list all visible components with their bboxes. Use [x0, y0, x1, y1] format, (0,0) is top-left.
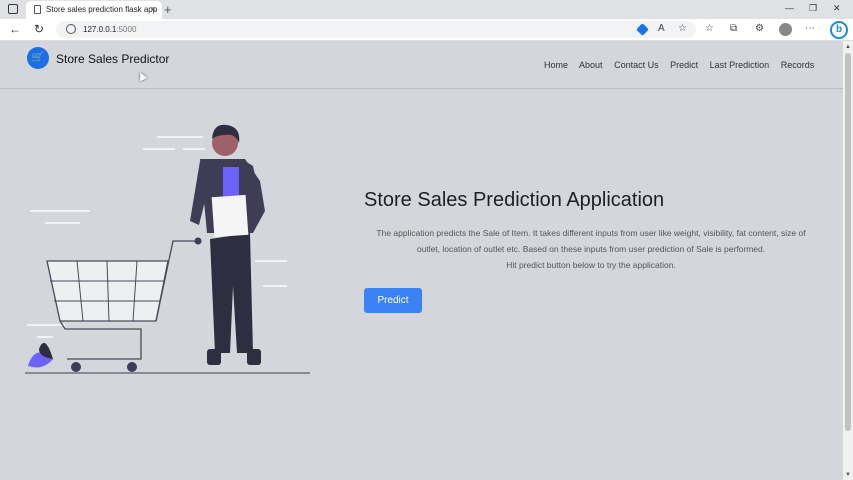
browser-tab[interactable]: Store sales prediction flask app × — [26, 1, 162, 19]
browser-tabbar: Store sales prediction flask app × + — ❐… — [0, 0, 853, 19]
back-icon[interactable]: ← — [9, 22, 21, 36]
bing-icon[interactable]: b — [830, 21, 848, 39]
shopping-illustration — [25, 124, 310, 374]
page-icon — [34, 5, 41, 14]
nav-predict[interactable]: Predict — [670, 60, 698, 70]
nav-about[interactable]: About — [579, 60, 603, 70]
favorites-icon[interactable]: ☆ — [705, 23, 714, 34]
address-toolbar: ← ↻ 127.0.0.1:5000 A ☆ ☆ ⧉ ⚙ ⋯ b — [0, 19, 853, 41]
collections-icon[interactable]: ⧉ — [730, 23, 737, 34]
window-close-icon[interactable]: ✕ — [833, 3, 841, 14]
hero-description-text: The application predicts the Sale of Ite… — [376, 228, 806, 254]
tab-close-icon[interactable]: × — [151, 4, 156, 14]
nav-records[interactable]: Records — [781, 60, 815, 70]
cart-graphic — [46, 237, 202, 372]
hero-description: The application predicts the Sale of Ite… — [364, 225, 818, 273]
nav-contact[interactable]: Contact Us — [614, 60, 659, 70]
tab-title: Store sales prediction flask app — [46, 5, 158, 14]
read-aloud-icon[interactable]: A — [658, 23, 665, 34]
nav-home[interactable]: Home — [544, 60, 568, 70]
restore-icon[interactable]: ❐ — [809, 3, 817, 14]
url-text[interactable]: 127.0.0.1:5000 — [83, 25, 136, 34]
cart-logo-icon[interactable]: 🛒 — [27, 47, 49, 69]
tab-actions-icon[interactable] — [8, 4, 18, 14]
nav-links: Home About Contact Us Predict Last Predi… — [544, 60, 823, 70]
favorite-star-icon[interactable]: ☆ — [678, 23, 687, 34]
extensions-icon[interactable]: ⚙ — [755, 23, 764, 34]
page-scrollbar[interactable]: ▲ ▼ — [843, 41, 853, 480]
site-info-icon[interactable] — [66, 24, 76, 34]
minimize-icon[interactable]: — — [785, 3, 794, 13]
new-tab-icon[interactable]: + — [164, 2, 172, 17]
scroll-down-icon[interactable]: ▼ — [845, 472, 851, 478]
predict-button[interactable]: Predict — [364, 288, 422, 313]
scrollbar-thumb[interactable] — [845, 53, 851, 431]
hero-title: Store Sales Prediction Application — [364, 189, 665, 211]
hero-hint-text: Hit predict button below to try the appl… — [506, 260, 676, 270]
site-navbar: 🛒 Store Sales Predictor Home About Conta… — [0, 41, 843, 89]
refresh-icon[interactable]: ↻ — [34, 22, 44, 36]
nav-last-prediction[interactable]: Last Prediction — [710, 60, 770, 70]
more-options-icon[interactable]: ⋯ — [805, 23, 815, 34]
scroll-up-icon[interactable]: ▲ — [845, 44, 851, 50]
person-graphic — [190, 124, 265, 365]
url-bar[interactable]: 127.0.0.1:5000 — [56, 21, 696, 38]
brand-name[interactable]: Store Sales Predictor — [56, 52, 169, 66]
profile-avatar-icon[interactable] — [779, 23, 792, 36]
page: 🛒 Store Sales Predictor Home About Conta… — [0, 41, 843, 480]
